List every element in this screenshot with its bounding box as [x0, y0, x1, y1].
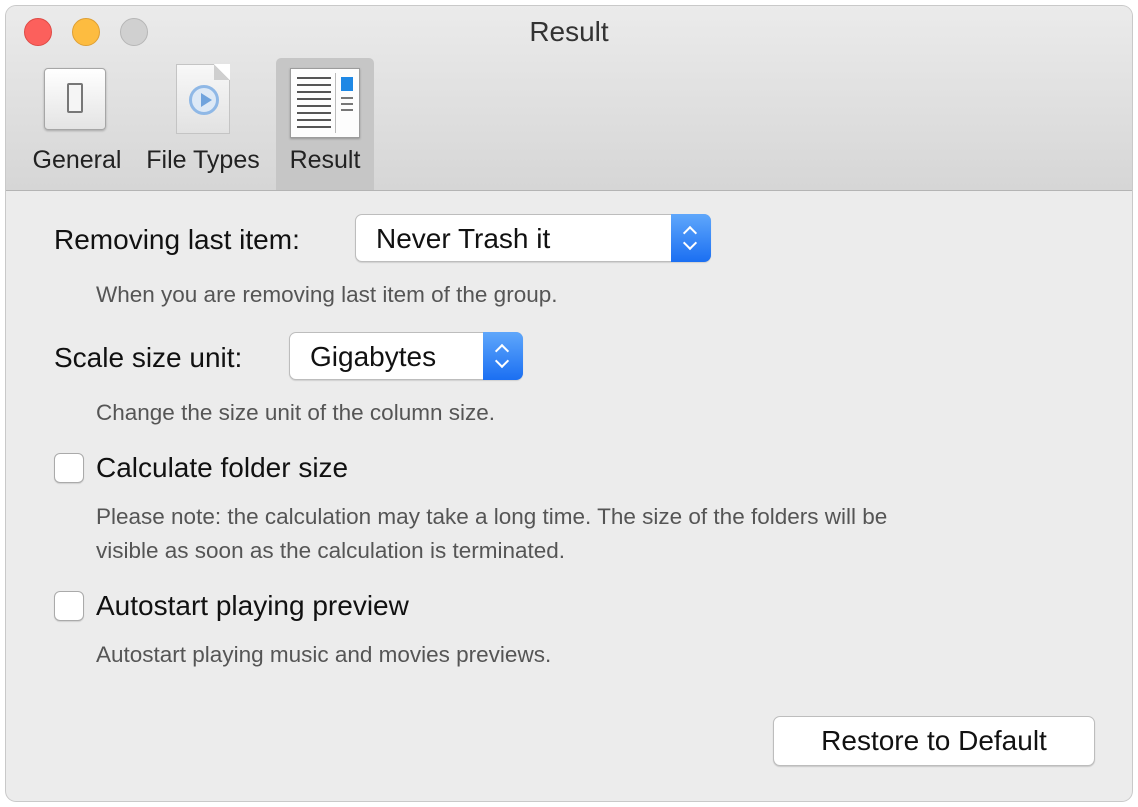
autostart-preview-description: Autostart playing music and movies previ…	[96, 642, 552, 667]
window-title: Result	[529, 16, 609, 47]
tab-result-label: Result	[289, 146, 361, 174]
removing-last-item-label: Removing last item:	[54, 224, 300, 255]
scale-size-unit-description: Change the size unit of the column size.	[96, 400, 495, 425]
calculate-folder-size-label[interactable]: Calculate folder size	[96, 452, 348, 484]
scale-size-unit-value: Gigabytes	[310, 341, 437, 372]
tab-result[interactable]: Result	[276, 58, 374, 190]
tab-general[interactable]: General	[20, 58, 134, 190]
removing-last-item-description: When you are removing last item of the g…	[96, 282, 558, 307]
toggle-switch-icon	[44, 68, 106, 130]
preferences-window: Result General File Types Result Removin…	[6, 6, 1132, 801]
result-list-icon	[290, 68, 360, 138]
removing-last-item-value: Never Trash it	[376, 223, 551, 254]
autostart-preview-checkbox[interactable]	[54, 591, 84, 621]
tab-file-types[interactable]: File Types	[136, 58, 270, 190]
scale-size-unit-popup[interactable]: Gigabytes	[289, 332, 523, 380]
calculate-folder-size-description-line1: Please note: the calculation may take a …	[96, 504, 888, 529]
restore-to-default-button[interactable]: Restore to Default	[773, 716, 1095, 766]
autostart-preview-label[interactable]: Autostart playing preview	[96, 590, 409, 622]
tab-general-label: General	[32, 146, 122, 174]
calculate-folder-size-checkbox[interactable]	[54, 453, 84, 483]
chevron-up-down-icon	[671, 214, 711, 262]
scale-size-unit-label: Scale size unit:	[54, 342, 243, 373]
calculate-folder-size-description-line2: visible as soon as the calculation is te…	[96, 538, 565, 563]
chevron-up-down-icon	[483, 332, 523, 380]
media-file-icon	[176, 64, 230, 134]
tab-file-types-label: File Types	[146, 146, 260, 174]
removing-last-item-popup[interactable]: Never Trash it	[355, 214, 711, 262]
title-bar: Result General File Types Result	[6, 6, 1132, 191]
